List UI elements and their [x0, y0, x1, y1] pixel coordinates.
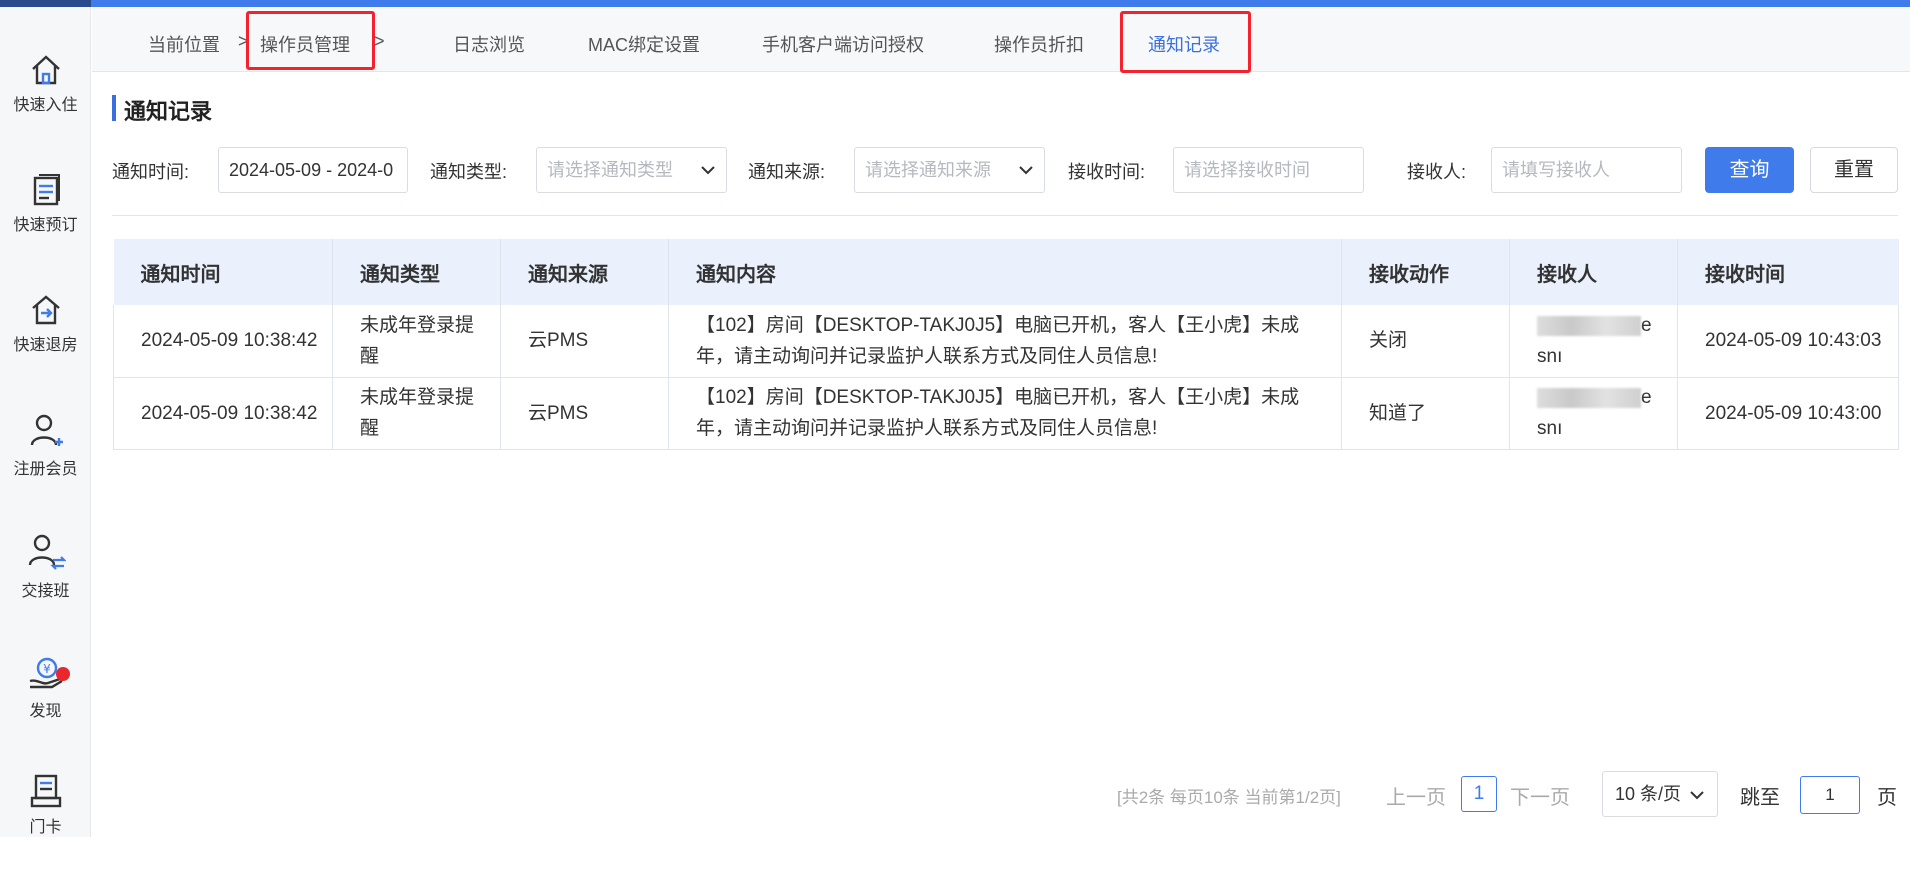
redacted-blur: [1537, 387, 1641, 408]
column-header[interactable]: 接收动作: [1341, 239, 1510, 305]
cell-receive-time: 2024-05-09 10:43:03: [1677, 305, 1899, 378]
prev-page-button[interactable]: 上一页: [1386, 781, 1446, 810]
pagination-info: [共2条 每页10条 当前第1/2页]: [1117, 788, 1341, 807]
receiver-label: 接收人:: [1407, 162, 1467, 182]
cell-notify-content: 【102】房间【DESKTOP-TAKJ0J5】电脑已开机，客人【王小虎】未成年…: [668, 305, 1342, 378]
cell-receiver: e snı: [1509, 305, 1678, 378]
breadcrumb-location: 当前位置: [148, 35, 220, 55]
notify-type-select[interactable]: 请选择通知类型: [536, 147, 727, 193]
sidebar-item-label: 交接班: [21, 583, 70, 600]
tab-mac-binding[interactable]: MAC绑定设置: [588, 31, 700, 57]
column-header[interactable]: 通知时间: [113, 239, 333, 305]
notify-time-label: 通知时间:: [112, 162, 190, 182]
highlight-box-notification-tab: [1120, 11, 1251, 73]
notify-source-label: 通知来源:: [748, 162, 826, 182]
top-accent-bar-left: [0, 0, 91, 7]
jump-page-input[interactable]: 1: [1800, 776, 1860, 814]
tab-operator-discount[interactable]: 操作员折扣: [994, 31, 1084, 57]
sidebar-item-label: 发现: [29, 703, 62, 720]
receiver-input[interactable]: 请填写接收人: [1491, 147, 1682, 193]
sidebar-item-quick-checkin[interactable]: 快速入住: [0, 53, 91, 153]
home-icon: [31, 55, 60, 85]
column-header[interactable]: 接收时间: [1677, 239, 1899, 305]
receiver-text-a: e: [1641, 387, 1652, 408]
sidebar-item-register-member[interactable]: 注册会员: [0, 413, 91, 513]
table-row[interactable]: 2024-05-09 10:38:42 未成年登录提醒 云PMS 【102】房间…: [113, 305, 1899, 378]
next-page-button[interactable]: 下一页: [1510, 781, 1570, 810]
notification-table: 通知时间 通知类型 通知来源 通知内容 接收动作 接收人 接收时间 2024-0…: [113, 239, 1899, 450]
cell-notify-content: 【102】房间【DESKTOP-TAKJ0J5】电脑已开机，客人【王小虎】未成年…: [668, 377, 1342, 450]
column-header[interactable]: 通知来源: [500, 239, 669, 305]
notify-source-placeholder: 请选择通知来源: [865, 160, 991, 180]
redacted-blur: [1537, 315, 1641, 336]
tab-log-browse[interactable]: 日志浏览: [453, 31, 525, 57]
notification-badge: [56, 667, 70, 681]
sidebar-item-quick-checkout[interactable]: 快速退房: [0, 293, 91, 393]
shift-handover-icon: [28, 534, 66, 570]
sidebar-item-label: 门卡: [29, 819, 62, 836]
page-suffix: 页: [1877, 787, 1897, 809]
receiver-text-b: snı: [1537, 345, 1563, 367]
svg-text:¥: ¥: [43, 662, 51, 676]
notify-type-label: 通知类型:: [430, 162, 508, 182]
cell-receive-time: 2024-05-09 10:43:00: [1677, 377, 1899, 450]
notify-source-select[interactable]: 请选择通知来源: [854, 147, 1045, 193]
sidebar-item-shift-handover[interactable]: 交接班: [0, 533, 91, 633]
receive-time-input[interactable]: 请选择接收时间: [1173, 147, 1364, 193]
cell-notify-source: 云PMS: [500, 305, 669, 378]
door-card-icon: [30, 774, 61, 808]
tab-mobile-access[interactable]: 手机客户端访问授权: [762, 31, 924, 57]
jump-label: 跳至: [1740, 787, 1780, 809]
page-size-value: 10 条/页: [1615, 784, 1682, 804]
chevron-down-icon: [1019, 166, 1033, 175]
cell-notify-time: 2024-05-09 10:38:42: [113, 377, 333, 450]
column-header[interactable]: 接收人: [1509, 239, 1678, 305]
table-header-row: 通知时间 通知类型 通知来源 通知内容 接收动作 接收人 接收时间: [113, 239, 1899, 305]
breadcrumb-separator: >: [374, 31, 385, 51]
sidebar: 快速入住 快速预订 快速退房 注册会员 交接班 ¥ 发现 门卡: [0, 7, 91, 837]
cell-notify-type: 未成年登录提醒: [332, 377, 501, 450]
highlight-box-operator-management: [246, 11, 375, 70]
reset-button[interactable]: 重置: [1810, 147, 1898, 193]
cell-notify-type: 未成年登录提醒: [332, 305, 501, 378]
notify-type-placeholder: 请选择通知类型: [547, 160, 673, 180]
receiver-text-b: snı: [1537, 418, 1563, 439]
column-header[interactable]: 通知内容: [668, 239, 1342, 305]
cell-notify-time: 2024-05-09 10:38:42: [113, 305, 333, 378]
sidebar-item-label: 快速入住: [13, 97, 78, 114]
sidebar-item-label: 注册会员: [13, 461, 78, 478]
section-title-accent: [112, 95, 116, 121]
table-row[interactable]: 2024-05-09 10:38:42 未成年登录提醒 云PMS 【102】房间…: [113, 377, 1899, 450]
chevron-down-icon: [1690, 791, 1704, 800]
chevron-down-icon: [701, 166, 715, 175]
cell-receive-action: 知道了: [1341, 377, 1510, 450]
notify-time-input[interactable]: 2024-05-09 - 2024-0: [218, 147, 408, 193]
booking-list-icon: [33, 174, 60, 206]
cell-notify-source: 云PMS: [500, 377, 669, 450]
receiver-text-a: e: [1641, 314, 1652, 336]
column-header[interactable]: 通知类型: [332, 239, 501, 305]
checkout-house-icon: [31, 295, 60, 325]
page-title: 通知记录: [124, 99, 213, 124]
page-size-select[interactable]: 10 条/页: [1602, 771, 1718, 817]
sidebar-item-door-card[interactable]: 门卡: [0, 773, 91, 873]
sidebar-item-label: 快速预订: [13, 217, 78, 234]
current-page-button[interactable]: 1: [1461, 776, 1497, 812]
sidebar-item-quick-booking[interactable]: 快速预订: [0, 173, 91, 273]
sidebar-item-discover[interactable]: ¥ 发现: [0, 653, 91, 753]
top-accent-bar: [0, 0, 1910, 7]
sidebar-item-label: 快速退房: [13, 337, 78, 354]
add-user-icon: [30, 414, 63, 446]
cell-receive-action: 关闭: [1341, 305, 1510, 378]
query-button[interactable]: 查询: [1705, 147, 1794, 193]
cell-receiver: e snı: [1509, 377, 1678, 450]
receive-time-label: 接收时间:: [1068, 162, 1146, 182]
filter-divider: [112, 215, 1898, 216]
